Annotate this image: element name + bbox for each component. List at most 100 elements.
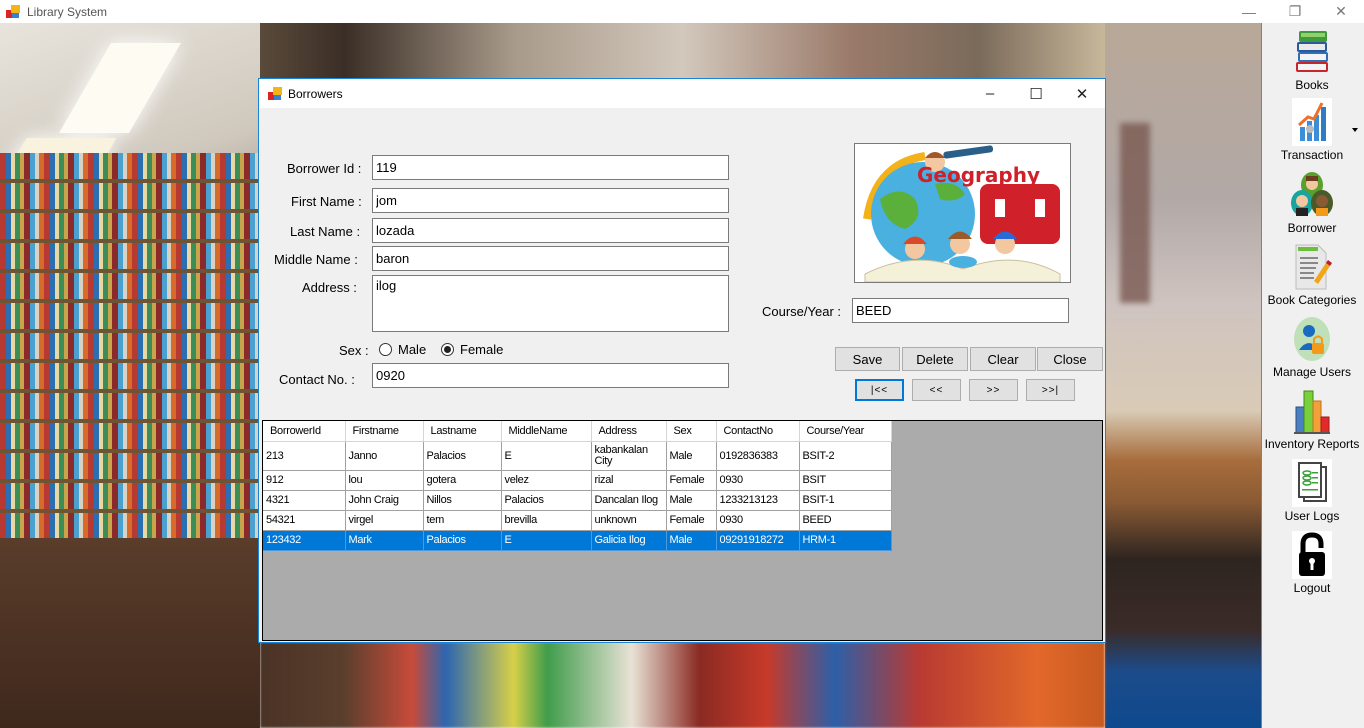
cell-middlename: Palacios xyxy=(501,490,592,511)
cell-course-year: BEED xyxy=(799,510,892,531)
last-name-field[interactable] xyxy=(372,218,729,243)
toolbar-label: Transaction xyxy=(1280,148,1344,162)
toolbar-item-borrower[interactable]: Borrower xyxy=(1262,171,1362,235)
column-header-address[interactable]: Address xyxy=(591,421,667,442)
course-year-field[interactable] xyxy=(852,298,1069,323)
user-lock-icon xyxy=(1290,315,1334,363)
toolbar-item-logout[interactable]: Logout xyxy=(1262,531,1362,595)
dialog-close-button[interactable]: ✕ xyxy=(1059,79,1105,108)
dialog-title: Borrowers xyxy=(288,86,343,101)
first-name-field[interactable] xyxy=(372,188,729,213)
cell-lastname: Palacios xyxy=(423,441,502,471)
cell-contactno: 1233213123 xyxy=(716,490,800,511)
middle-name-label: Middle Name : xyxy=(274,252,358,267)
cell-middlename: E xyxy=(501,441,592,471)
save-button[interactable]: Save xyxy=(835,347,900,371)
background-ceiling-mid xyxy=(260,23,1105,78)
cell-borrowerid: 123432 xyxy=(263,530,346,551)
toolbar-item-manage-users[interactable]: Manage Users xyxy=(1262,315,1362,379)
app-titlebar: Library System — ❐ ✕ xyxy=(0,0,1364,23)
app-window-controls: — ❐ ✕ xyxy=(1226,0,1364,23)
padlock-icon xyxy=(1292,531,1332,579)
column-header-course-year[interactable]: Course/Year xyxy=(799,421,892,442)
radio-label: Male xyxy=(398,342,427,357)
cell-contactno: 0192836383 xyxy=(716,441,800,471)
toolbar-item-user-logs[interactable]: User Logs xyxy=(1262,459,1362,523)
column-header-contactno[interactable]: ContactNo xyxy=(716,421,800,442)
cell-borrowerid: 54321 xyxy=(263,510,346,531)
cell-contactno: 0930 xyxy=(716,470,800,491)
transaction-dropdown-arrow-icon[interactable] xyxy=(1352,128,1358,132)
delete-button[interactable]: Delete xyxy=(902,347,968,371)
borrowers-grid[interactable]: BorrowerId Firstname Lastname MiddleName… xyxy=(262,420,1103,641)
table-row[interactable]: 4321 John Craig Nillos Palacios Dancalan… xyxy=(263,490,892,511)
cell-address: Dancalan Ilog xyxy=(591,490,667,511)
background-floor xyxy=(0,538,260,728)
background-book-spines xyxy=(260,642,1105,728)
column-header-sex[interactable]: Sex xyxy=(666,421,717,442)
app-close-button[interactable]: ✕ xyxy=(1318,0,1364,23)
clear-button[interactable]: Clear xyxy=(970,347,1036,371)
previous-record-button[interactable]: << xyxy=(912,379,961,401)
app-restore-button[interactable]: ❐ xyxy=(1272,0,1318,23)
middle-name-field[interactable] xyxy=(372,246,729,271)
toolbar-item-book-categories[interactable]: Book Categories xyxy=(1262,243,1362,307)
first-record-button[interactable]: |<< xyxy=(855,379,904,401)
contact-no-field[interactable] xyxy=(372,363,729,388)
restore-icon: ❐ xyxy=(1288,3,1302,19)
cell-course-year: BSIT xyxy=(799,470,892,491)
cell-course-year: BSIT-1 xyxy=(799,490,892,511)
toolbar-item-transaction[interactable]: Transaction xyxy=(1262,98,1362,162)
borrower-id-field[interactable] xyxy=(372,155,729,180)
picture-caption: Geography xyxy=(917,163,1040,187)
dialog-minimize-button[interactable]: – xyxy=(967,79,1013,108)
grid-header-row: BorrowerId Firstname Lastname MiddleName… xyxy=(263,421,892,442)
dialog-window-controls: – ☐ ✕ xyxy=(967,79,1105,108)
table-row[interactable]: 912 lou gotera velez rizal Female 0930 B… xyxy=(263,470,892,491)
dialog-maximize-button[interactable]: ☐ xyxy=(1013,79,1059,108)
toolbar-item-inventory-reports[interactable]: Inventory Reports xyxy=(1262,387,1362,451)
close-button[interactable]: Close xyxy=(1037,347,1103,371)
table-row-selected[interactable]: 123432 Mark Palacios E Galicia Ilog Male… xyxy=(263,530,892,551)
column-header-middlename[interactable]: MiddleName xyxy=(501,421,592,442)
course-year-label: Course/Year : xyxy=(762,304,842,319)
cell-firstname: Janno xyxy=(345,441,424,471)
toolbar-item-books[interactable]: Books xyxy=(1262,28,1362,92)
books-stack-icon xyxy=(1290,28,1334,76)
table-row[interactable]: 54321 virgel tem brevilla unknown Female… xyxy=(263,510,892,531)
address-field[interactable]: ilog xyxy=(372,275,729,332)
radio-label: Female xyxy=(460,342,504,357)
cell-sex: Female xyxy=(666,510,717,531)
column-header-firstname[interactable]: Firstname xyxy=(345,421,424,442)
borrower-id-label: Borrower Id : xyxy=(287,161,362,176)
sex-radio-male[interactable]: Male xyxy=(379,342,426,357)
cell-firstname: lou xyxy=(345,470,424,491)
last-name-label: Last Name : xyxy=(290,224,361,239)
cell-firstname: Mark xyxy=(345,530,424,551)
radio-button-icon xyxy=(379,343,392,356)
transaction-chart-icon xyxy=(1292,98,1332,146)
dialog-titlebar: Borrowers – ☐ ✕ xyxy=(259,79,1105,108)
cell-address: Galicia Ilog xyxy=(591,530,667,551)
minimize-icon: — xyxy=(1242,3,1256,20)
cell-lastname: tem xyxy=(423,510,502,531)
cell-borrowerid: 912 xyxy=(263,470,346,491)
sex-radio-female[interactable]: Female xyxy=(441,342,503,357)
column-header-borrowerid[interactable]: BorrowerId xyxy=(263,421,346,442)
toolbar-label: Book Categories xyxy=(1267,293,1357,307)
table-row[interactable]: 213 Janno Palacios E kabankalan City Mal… xyxy=(263,441,892,471)
cell-borrowerid: 4321 xyxy=(263,490,346,511)
next-record-button[interactable]: >> xyxy=(969,379,1018,401)
last-record-button[interactable]: >>| xyxy=(1026,379,1075,401)
toolbar-label: Logout xyxy=(1293,581,1331,595)
sex-label: Sex : xyxy=(339,343,369,358)
column-header-lastname[interactable]: Lastname xyxy=(423,421,502,442)
cell-course-year: HRM-1 xyxy=(799,530,892,551)
cell-sex: Male xyxy=(666,530,717,551)
maximize-icon: ☐ xyxy=(1029,85,1043,103)
bar-chart-icon xyxy=(1290,387,1334,435)
borrower-picture[interactable]: Geography xyxy=(854,143,1071,283)
log-document-icon xyxy=(1292,459,1332,507)
app-minimize-button[interactable]: — xyxy=(1226,0,1272,23)
cell-firstname: virgel xyxy=(345,510,424,531)
